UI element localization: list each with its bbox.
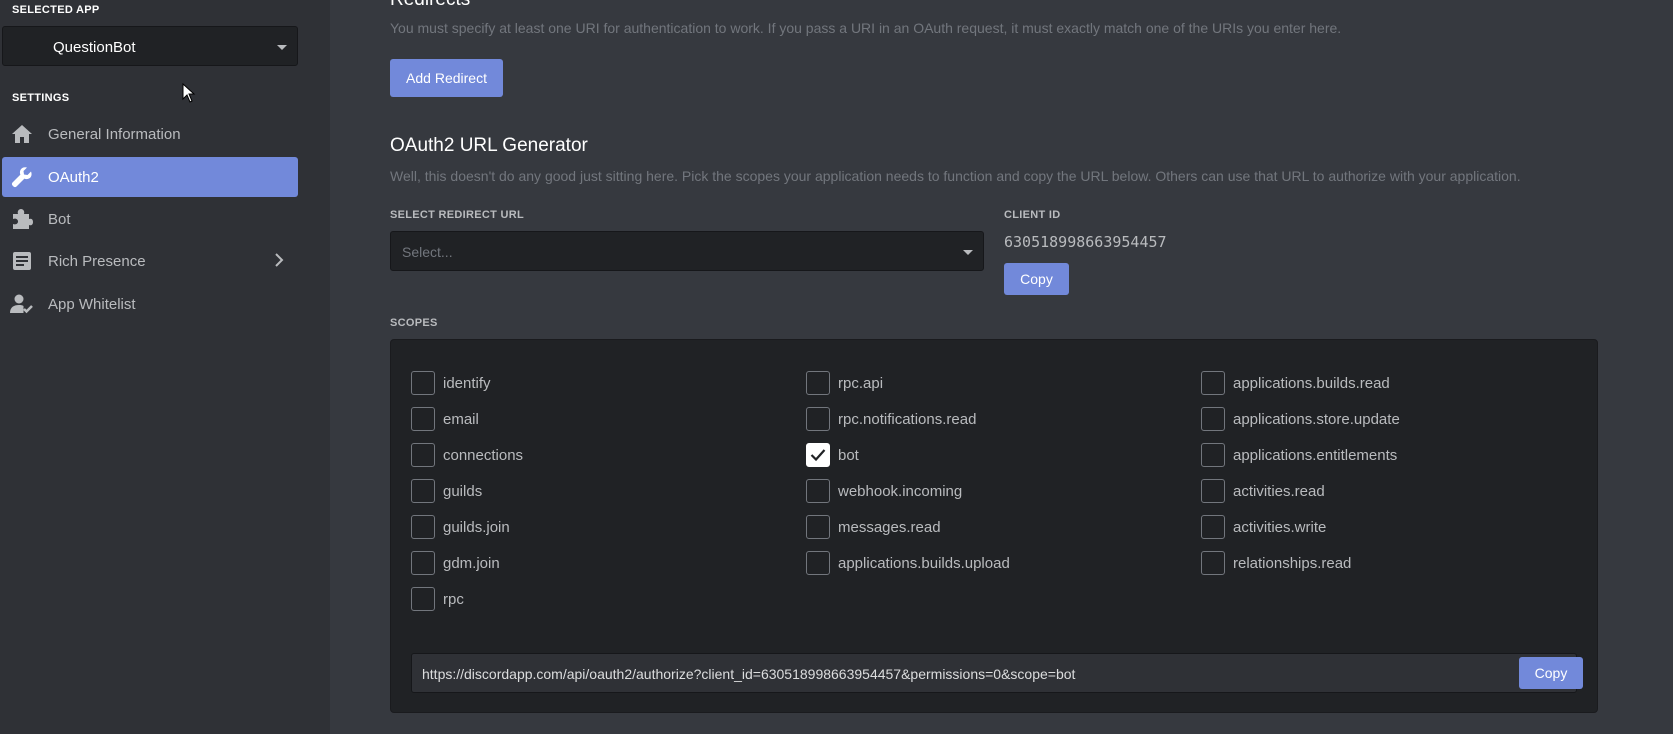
sidebar-item-bot[interactable]: Bot	[2, 199, 298, 239]
scope-checkbox[interactable]	[806, 407, 830, 431]
scope-label: rpc	[443, 590, 464, 608]
scope-gdm-join[interactable]: gdm.join	[411, 551, 500, 575]
chevron-down-icon	[963, 250, 973, 255]
checkmark-icon	[810, 449, 826, 462]
scope-label: webhook.incoming	[838, 482, 963, 500]
scope-checkbox[interactable]	[411, 443, 435, 467]
scope-label: identify	[443, 374, 491, 392]
redirects-heading: Redirects	[390, 0, 470, 11]
scope-label: guilds	[443, 482, 483, 500]
scope-rpc-api[interactable]: rpc.api	[806, 371, 883, 395]
scope-applications-builds-read[interactable]: applications.builds.read	[1201, 371, 1390, 395]
scope-checkbox-checked[interactable]	[806, 443, 830, 467]
chevron-right-icon	[274, 253, 284, 271]
scope-activities-write[interactable]: activities.write	[1201, 515, 1326, 539]
scope-checkbox[interactable]	[1201, 551, 1225, 575]
scope-applications-builds-upload[interactable]: applications.builds.upload	[806, 551, 1010, 575]
scope-webhook-incoming[interactable]: webhook.incoming	[806, 479, 962, 503]
scope-connections[interactable]: connections	[411, 443, 523, 467]
scope-checkbox[interactable]	[411, 515, 435, 539]
generated-url[interactable]: https://discordapp.com/api/oauth2/author…	[422, 666, 1075, 682]
puzzle-icon	[10, 207, 34, 231]
scope-checkbox[interactable]	[1201, 443, 1225, 467]
scope-email[interactable]: email	[411, 407, 479, 431]
scope-checkbox[interactable]	[1201, 407, 1225, 431]
scope-identify[interactable]: identify	[411, 371, 491, 395]
app-select-dropdown[interactable]: QuestionBot	[2, 26, 298, 66]
sidebar: SELECTED APP QuestionBot SETTINGS Genera…	[0, 0, 330, 734]
scope-label: relationships.read	[1233, 554, 1352, 572]
sidebar-item-label: Bot	[48, 210, 71, 228]
generated-url-field[interactable]: https://discordapp.com/api/oauth2/author…	[411, 653, 1583, 693]
scope-checkbox[interactable]	[806, 371, 830, 395]
redirect-url-select[interactable]: Select...	[390, 231, 984, 271]
sidebar-item-label: General Information	[48, 125, 181, 143]
scopes-label: SCOPES	[390, 317, 438, 329]
scope-label: applications.builds.read	[1233, 374, 1390, 392]
scope-guilds-join[interactable]: guilds.join	[411, 515, 510, 539]
scope-label: applications.builds.upload	[838, 554, 1010, 572]
sidebar-item-label: Rich Presence	[48, 252, 146, 270]
oauth2-url-generator-heading: OAuth2 URL Generator	[390, 135, 588, 156]
scope-checkbox[interactable]	[411, 407, 435, 431]
scope-messages-read[interactable]: messages.read	[806, 515, 941, 539]
scope-checkbox[interactable]	[806, 551, 830, 575]
chevron-down-icon	[277, 45, 287, 50]
home-icon	[10, 122, 34, 146]
sidebar-item-label: App Whitelist	[48, 295, 136, 313]
scope-checkbox[interactable]	[411, 479, 435, 503]
add-redirect-button[interactable]: Add Redirect	[390, 59, 503, 97]
sidebar-item-rich-presence[interactable]: Rich Presence	[2, 241, 298, 281]
redirects-description: You must specify at least one URI for au…	[390, 20, 1342, 36]
mouse-cursor-icon	[182, 82, 196, 108]
scope-checkbox[interactable]	[1201, 515, 1225, 539]
scope-applications-entitlements[interactable]: applications.entitlements	[1201, 443, 1397, 467]
scope-relationships-read[interactable]: relationships.read	[1201, 551, 1351, 575]
scope-rpc[interactable]: rpc	[411, 587, 464, 611]
sidebar-item-general-information[interactable]: General Information	[2, 114, 298, 154]
scope-label: activities.write	[1233, 518, 1327, 536]
redirect-url-placeholder: Select...	[402, 244, 453, 260]
sidebar-item-oauth2[interactable]: OAuth2	[2, 157, 298, 197]
generator-description: Well, this doesn't do any good just sitt…	[390, 168, 1521, 184]
scope-label: rpc.notifications.read	[838, 410, 977, 428]
scope-checkbox[interactable]	[411, 371, 435, 395]
scope-checkbox[interactable]	[411, 551, 435, 575]
scope-checkbox[interactable]	[411, 587, 435, 611]
selected-app-label: SELECTED APP	[12, 4, 100, 16]
scopes-panel: identify email connections guilds guilds…	[390, 339, 1598, 713]
scope-checkbox[interactable]	[1201, 371, 1225, 395]
user-check-icon	[10, 292, 34, 316]
scope-label: connections	[443, 446, 524, 464]
client-id-label: CLIENT ID	[1004, 209, 1061, 221]
document-icon	[10, 249, 34, 273]
scope-checkbox[interactable]	[806, 479, 830, 503]
app-name: QuestionBot	[53, 39, 136, 56]
client-id-value: 630518998663954457	[1004, 233, 1167, 251]
scope-label: guilds.join	[443, 518, 510, 536]
scope-label: bot	[838, 446, 859, 464]
copy-client-id-button[interactable]: Copy	[1004, 263, 1069, 295]
scope-label: rpc.api	[838, 374, 884, 392]
copy-url-button[interactable]: Copy	[1519, 657, 1583, 689]
settings-label: SETTINGS	[12, 92, 70, 104]
scope-label: messages.read	[838, 518, 941, 536]
scope-label: applications.store.update	[1233, 410, 1400, 428]
scope-checkbox[interactable]	[1201, 479, 1225, 503]
sidebar-item-label: OAuth2	[48, 168, 99, 186]
scope-guilds[interactable]: guilds	[411, 479, 482, 503]
scope-bot[interactable]: bot	[806, 443, 859, 467]
wrench-icon	[10, 165, 34, 189]
main-content: Redirects You must specify at least one …	[330, 0, 1673, 734]
select-redirect-url-label: SELECT REDIRECT URL	[390, 209, 525, 221]
scope-label: gdm.join	[443, 554, 500, 572]
scope-label: email	[443, 410, 479, 428]
scope-rpc-notifications-read[interactable]: rpc.notifications.read	[806, 407, 976, 431]
sidebar-item-app-whitelist[interactable]: App Whitelist	[2, 284, 298, 324]
scope-label: activities.read	[1233, 482, 1325, 500]
scope-applications-store-update[interactable]: applications.store.update	[1201, 407, 1400, 431]
scope-activities-read[interactable]: activities.read	[1201, 479, 1325, 503]
scope-checkbox[interactable]	[806, 515, 830, 539]
scope-label: applications.entitlements	[1233, 446, 1398, 464]
